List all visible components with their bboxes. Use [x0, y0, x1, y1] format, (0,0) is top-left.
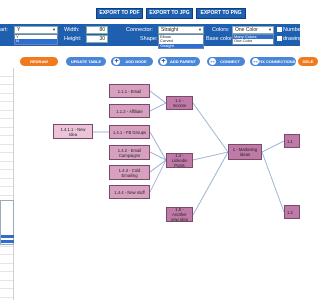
mindmap-node-1-4[interactable]: 1.4 - Linkedin Posts	[166, 153, 193, 168]
colors-options-list: Many Colors One Color	[232, 34, 274, 45]
mindmap-node-1-4-1[interactable]: 1.4.1 - FB Groups	[109, 125, 150, 139]
colors-option[interactable]: One Color	[233, 38, 273, 43]
start-options-list: Y N	[14, 34, 58, 45]
connector-line	[192, 151, 229, 216]
connector-line	[261, 151, 285, 213]
connector-line	[192, 151, 229, 161]
start-option[interactable]: N	[15, 38, 57, 44]
side-dropdown-list[interactable]	[0, 200, 14, 245]
connector-line	[261, 140, 285, 153]
connector-line	[149, 159, 167, 173]
mindmap-node-1-4-3[interactable]: 1.4.3 - Cold Emailing	[109, 165, 150, 180]
mindmap-node-right-2[interactable]: 1.2	[284, 205, 300, 219]
mindmap-node-1-5[interactable]: 1.5 - Another new Idea	[166, 207, 193, 222]
mindmap-node-1-1-1[interactable]: 1.1.1 - Email	[109, 84, 150, 98]
mindmap-node-1-4-1-1[interactable]: 1.4.1.1 - New Idea	[53, 124, 93, 139]
side-dropdown-selected	[1, 240, 14, 243]
mindmap-node-1-4-4[interactable]: 1.4.4 - New stuff	[109, 185, 150, 199]
connector-line	[149, 159, 167, 193]
mindmap-node-right-1[interactable]: 1.1	[284, 134, 300, 148]
mindmap-node-root[interactable]: 1 - Marketing Ideas	[228, 144, 262, 160]
connector-line	[149, 102, 167, 112]
connector-line	[192, 102, 229, 153]
connector-line	[149, 90, 167, 104]
mindmap-node-1-4-2[interactable]: 1.4.2 - Email Campaigns	[109, 145, 150, 160]
mindmap-node-1-1-2[interactable]: 1.1.2 - Affiliate	[109, 104, 150, 118]
connector-options-list: Elbow Curved Straight	[158, 34, 204, 50]
mindmap-node-1-1[interactable]: 1.1 - Income	[166, 96, 193, 110]
connector-option[interactable]: Straight	[159, 43, 203, 49]
side-dropdown-selected	[1, 235, 14, 238]
delete-button[interactable]: DELE	[298, 57, 318, 66]
